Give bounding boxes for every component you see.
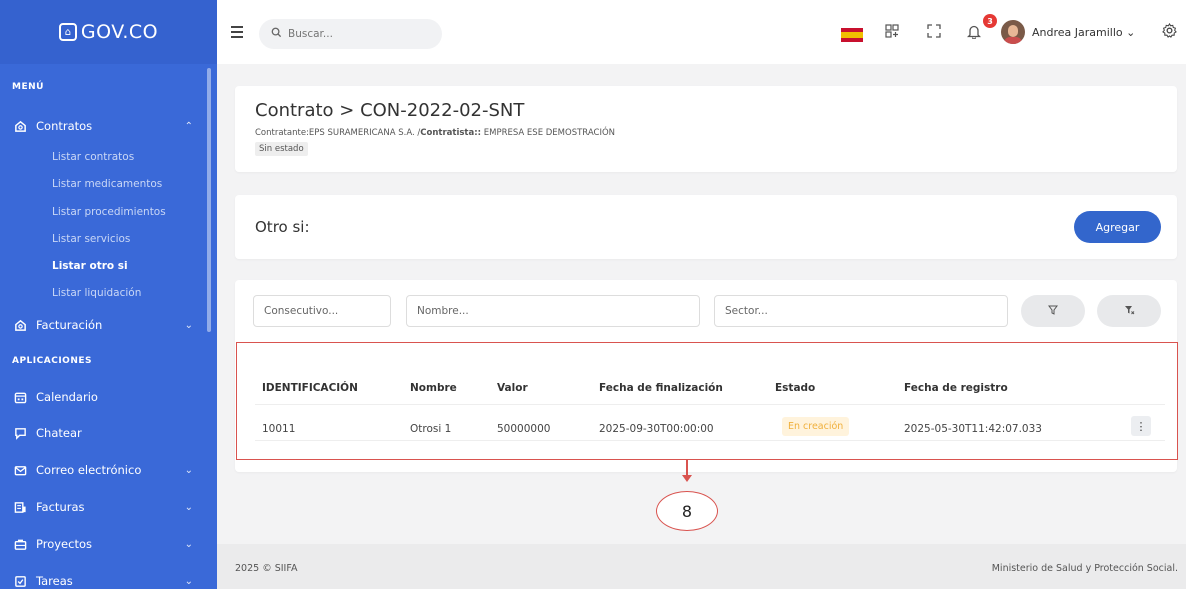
clear-filter-icon bbox=[1124, 305, 1134, 314]
contratista-value: EMPRESA ESE DEMOSTRACIÓN bbox=[481, 128, 616, 138]
sidebar: ⌂ GOV.CO MENÚ Contratos ⌃ Listar contrat… bbox=[0, 0, 217, 589]
user-name: Andrea Jaramillo bbox=[1032, 26, 1123, 39]
otrosi-header-card: Otro si: Agregar bbox=[235, 195, 1177, 259]
bell-icon[interactable] bbox=[966, 24, 982, 43]
sidebar-subitem-listar-medicamentos[interactable]: Listar medicamentos bbox=[52, 178, 162, 190]
callout-arrow-head bbox=[682, 475, 692, 482]
sidebar-item-label: Facturas bbox=[36, 500, 85, 514]
calendar-icon bbox=[13, 390, 27, 404]
search-icon bbox=[271, 27, 282, 41]
checklist-icon bbox=[13, 574, 27, 588]
avatar[interactable] bbox=[1001, 20, 1025, 44]
contratante-label: Contratante: bbox=[255, 128, 309, 138]
search-input[interactable] bbox=[288, 28, 428, 40]
logo[interactable]: ⌂ GOV.CO bbox=[0, 0, 217, 64]
chevron-down-icon: ⌄ bbox=[184, 501, 193, 513]
chevron-up-icon: ⌃ bbox=[184, 120, 193, 132]
home-icon bbox=[13, 119, 27, 133]
sidebar-item-label: Chatear bbox=[36, 426, 82, 440]
briefcase-icon bbox=[13, 537, 27, 551]
menu-toggle-icon[interactable] bbox=[231, 26, 243, 41]
mail-icon bbox=[13, 463, 27, 477]
clear-filter-button[interactable] bbox=[1097, 295, 1161, 327]
fullscreen-icon[interactable] bbox=[927, 24, 941, 42]
sidebar-item-contratos[interactable]: Contratos ⌃ bbox=[0, 113, 205, 139]
sidebar-item-correo[interactable]: Correo electrónico ⌄ bbox=[0, 457, 205, 483]
highlight-box bbox=[236, 342, 1178, 460]
sidebar-item-label: Facturación bbox=[36, 318, 103, 332]
sidebar-item-facturacion[interactable]: Facturación ⌄ bbox=[0, 312, 205, 338]
sidebar-item-tareas[interactable]: Tareas ⌄ bbox=[0, 568, 205, 589]
chevron-down-icon: ⌄ bbox=[184, 575, 193, 587]
sidebar-item-label: Calendario bbox=[36, 390, 98, 404]
filter-icon bbox=[1048, 305, 1058, 315]
apps-grid-icon[interactable] bbox=[885, 24, 899, 42]
notification-badge: 3 bbox=[983, 14, 997, 28]
footer: 2025 © SIIFA Ministerio de Salud y Prote… bbox=[217, 544, 1186, 589]
sidebar-item-label: Proyectos bbox=[36, 537, 92, 551]
search-box[interactable] bbox=[259, 19, 442, 49]
chevron-down-icon: ⌄ bbox=[1126, 26, 1136, 39]
nombre-filter-input[interactable] bbox=[406, 295, 700, 327]
menu-section-label: MENÚ bbox=[12, 82, 44, 92]
sidebar-item-label: Contratos bbox=[36, 119, 93, 133]
page-title: Contrato > CON-2022-02-SNT bbox=[255, 100, 525, 121]
sidebar-item-label: Correo electrónico bbox=[36, 463, 142, 477]
chevron-down-icon: ⌄ bbox=[184, 538, 193, 550]
consecutivo-filter-input[interactable] bbox=[253, 295, 391, 327]
sidebar-subitem-listar-procedimientos[interactable]: Listar procedimientos bbox=[52, 206, 166, 218]
section-title: Otro si: bbox=[255, 218, 310, 236]
contratista-label: Contratista:: bbox=[420, 128, 482, 138]
sidebar-subitem-listar-contratos[interactable]: Listar contratos bbox=[52, 151, 134, 163]
footer-ministry: Ministerio de Salud y Protección Social. bbox=[991, 563, 1178, 574]
sidebar-subitem-listar-otro-si[interactable]: Listar otro si bbox=[52, 260, 128, 272]
user-menu[interactable]: Andrea Jaramillo ⌄ bbox=[1032, 26, 1135, 39]
chevron-down-icon: ⌄ bbox=[184, 464, 193, 476]
sidebar-item-chatear[interactable]: Chatear bbox=[0, 420, 205, 446]
invoice-icon bbox=[13, 500, 27, 514]
sidebar-item-proyectos[interactable]: Proyectos ⌄ bbox=[0, 531, 205, 557]
contratante-value: EPS SURAMERICANA S.A. / bbox=[308, 128, 421, 138]
callout-number: 8 bbox=[656, 491, 718, 531]
chevron-down-icon: ⌄ bbox=[184, 319, 193, 331]
footer-copyright: 2025 © SIIFA bbox=[235, 563, 298, 574]
sector-filter-input[interactable] bbox=[714, 295, 1008, 327]
gear-icon[interactable] bbox=[1162, 22, 1177, 42]
spain-flag-icon[interactable] bbox=[841, 28, 863, 42]
apps-section-label: APLICACIONES bbox=[12, 356, 92, 366]
add-button[interactable]: Agregar bbox=[1074, 211, 1161, 243]
sidebar-subitem-listar-servicios[interactable]: Listar servicios bbox=[52, 233, 130, 245]
status-badge: Sin estado bbox=[255, 142, 308, 156]
topbar: 3 Andrea Jaramillo ⌄ bbox=[217, 0, 1186, 64]
sidebar-scrollbar[interactable] bbox=[207, 68, 211, 332]
sidebar-item-label: Tareas bbox=[36, 574, 73, 588]
home-icon bbox=[13, 318, 27, 332]
sidebar-item-calendario[interactable]: Calendario bbox=[0, 384, 205, 410]
sidebar-subitem-listar-liquidacion[interactable]: Listar liquidación bbox=[52, 287, 141, 299]
chat-icon bbox=[13, 426, 27, 440]
contract-header-card: Contrato > CON-2022-02-SNT Contratante:E… bbox=[235, 86, 1177, 172]
brand-name: GOV.CO bbox=[80, 21, 159, 43]
filter-button[interactable] bbox=[1021, 295, 1085, 327]
sidebar-item-facturas[interactable]: Facturas ⌄ bbox=[0, 494, 205, 520]
shield-icon: ⌂ bbox=[58, 23, 77, 41]
contract-parties: Contratante:EPS SURAMERICANA S.A. /Contr… bbox=[255, 128, 615, 138]
